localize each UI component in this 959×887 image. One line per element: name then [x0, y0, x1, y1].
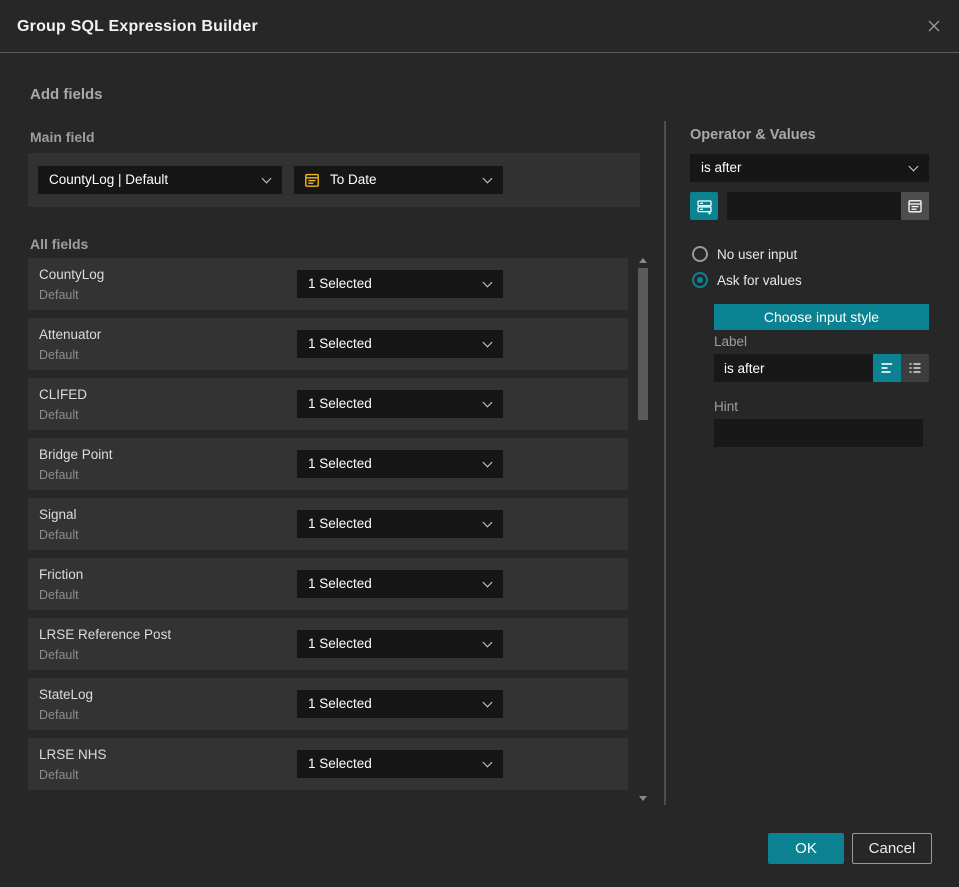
- chevron-down-icon: [482, 397, 493, 408]
- field-values-dropdown[interactable]: 1 Selected: [297, 570, 503, 598]
- field-source: Default: [39, 648, 79, 662]
- chevron-down-icon: [482, 697, 493, 708]
- field-name: CountyLog: [39, 267, 105, 282]
- radio-icon: [692, 246, 708, 262]
- field-row-friction: Friction Default 1 Selected: [28, 558, 628, 610]
- label-input[interactable]: [714, 354, 873, 382]
- add-fields-heading: Add fields: [30, 86, 103, 103]
- field-source: Default: [39, 588, 79, 602]
- align-left-icon: [881, 363, 893, 373]
- field-name: CLIFED: [39, 387, 88, 402]
- all-fields-label: All fields: [30, 236, 89, 252]
- operator-values-heading: Operator & Values: [690, 127, 816, 143]
- field-values-dropdown[interactable]: 1 Selected: [297, 510, 503, 538]
- bulleted-list-icon: [909, 363, 921, 373]
- chevron-down-icon: [261, 173, 272, 184]
- hint-caption: Hint: [714, 399, 739, 414]
- field-row-attenuator: Attenuator Default 1 Selected: [28, 318, 628, 370]
- radio-ask-for-values[interactable]: Ask for values: [692, 272, 802, 288]
- choose-input-style-button[interactable]: Choose input style: [714, 304, 929, 330]
- scroll-down-icon[interactable]: [639, 796, 647, 801]
- group-sql-expression-builder-dialog: Group SQL Expression Builder Add fields …: [0, 0, 959, 887]
- field-values-dropdown[interactable]: 1 Selected: [297, 750, 503, 778]
- close-icon: [928, 20, 940, 32]
- chevron-down-icon: [482, 173, 493, 184]
- field-row-clifed: CLIFED Default 1 Selected: [28, 378, 628, 430]
- scroll-up-icon[interactable]: [639, 258, 647, 263]
- radio-no-user-input[interactable]: No user input: [692, 246, 797, 262]
- cancel-button[interactable]: Cancel: [852, 833, 932, 864]
- value-input[interactable]: [727, 192, 901, 220]
- date-picker-button[interactable]: [901, 192, 929, 220]
- chevron-down-icon: [482, 277, 493, 288]
- ok-button[interactable]: OK: [768, 833, 844, 864]
- field-source: Default: [39, 768, 79, 782]
- field-source: Default: [39, 708, 79, 722]
- close-button[interactable]: [922, 14, 946, 38]
- scrollbar-thumb[interactable]: [638, 268, 648, 420]
- field-source: Default: [39, 468, 79, 482]
- field-source: Default: [39, 408, 79, 422]
- field-name: LRSE NHS: [39, 747, 107, 762]
- main-field-label: Main field: [30, 129, 95, 145]
- field-name: LRSE Reference Post: [39, 627, 172, 642]
- field-name: Friction: [39, 567, 84, 582]
- all-fields-list: CountyLog Default 1 Selected Attenuator …: [28, 258, 628, 798]
- field-source: Default: [39, 348, 79, 362]
- field-values-dropdown[interactable]: 1 Selected: [297, 630, 503, 658]
- operator-select-value: is after: [701, 160, 742, 175]
- field-values-dropdown[interactable]: 1 Selected: [297, 450, 503, 478]
- dialog-title: Group SQL Expression Builder: [17, 18, 258, 35]
- panel-divider: [664, 121, 666, 805]
- field-row-countylog: CountyLog Default 1 Selected: [28, 258, 628, 310]
- label-caption: Label: [714, 334, 748, 349]
- chevron-down-icon: [482, 757, 493, 768]
- chevron-down-icon: [482, 337, 493, 348]
- date-type-select[interactable]: To Date: [294, 166, 503, 194]
- field-row-statelog: StateLog Default 1 Selected: [28, 678, 628, 730]
- field-row-lrse-reference-post: LRSE Reference Post Default 1 Selected: [28, 618, 628, 670]
- calendar-icon: [305, 173, 319, 187]
- main-field-select-value: CountyLog | Default: [49, 172, 169, 187]
- chevron-down-icon: [482, 577, 493, 588]
- field-source: Default: [39, 528, 79, 542]
- field-name: Bridge Point: [39, 447, 113, 462]
- stacked-values-icon: [696, 199, 712, 215]
- date-type-select-value: To Date: [330, 172, 377, 187]
- hint-input[interactable]: [714, 419, 923, 447]
- calendar-icon: [908, 200, 922, 213]
- list-style-button[interactable]: [901, 354, 929, 382]
- operator-select[interactable]: is after: [690, 154, 929, 182]
- field-name: Attenuator: [39, 327, 102, 342]
- main-field-select[interactable]: CountyLog | Default: [38, 166, 282, 194]
- chevron-down-icon: [482, 637, 493, 648]
- set-from-values-button[interactable]: [690, 192, 718, 220]
- single-line-style-button[interactable]: [873, 354, 901, 382]
- list-scrollbar[interactable]: [637, 256, 650, 803]
- field-name: Signal: [39, 507, 77, 522]
- field-row-bridge-point: Bridge Point Default 1 Selected: [28, 438, 628, 490]
- field-name: StateLog: [39, 687, 94, 702]
- main-field-box: CountyLog | Default To Date: [28, 153, 640, 207]
- chevron-down-icon: [482, 517, 493, 528]
- field-source: Default: [39, 288, 79, 302]
- field-values-dropdown[interactable]: 1 Selected: [297, 330, 503, 358]
- field-row-lrse-nhs: LRSE NHS Default 1 Selected: [28, 738, 628, 790]
- field-values-dropdown[interactable]: 1 Selected: [297, 270, 503, 298]
- radio-icon: [692, 272, 708, 288]
- field-values-dropdown[interactable]: 1 Selected: [297, 690, 503, 718]
- title-bar: Group SQL Expression Builder: [0, 0, 959, 53]
- chevron-down-icon: [908, 161, 919, 172]
- field-row-signal: Signal Default 1 Selected: [28, 498, 628, 550]
- field-values-dropdown[interactable]: 1 Selected: [297, 390, 503, 418]
- chevron-down-icon: [482, 457, 493, 468]
